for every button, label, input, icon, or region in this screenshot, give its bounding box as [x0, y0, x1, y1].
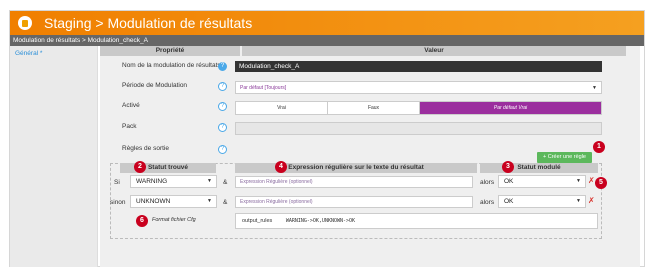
cfg-label: Format fichier Cfg: [152, 217, 196, 223]
rule-prefix: Si: [114, 179, 120, 186]
pack-input[interactable]: [235, 122, 602, 135]
cfg-value: WARNING->OK,UNKNOWN->OK: [285, 218, 356, 224]
window: Staging > Modulation de résultats Modula…: [9, 10, 645, 267]
annotation-badge-6: 6: [136, 215, 148, 227]
column-header-value: Valeur: [242, 46, 626, 56]
active-option-true[interactable]: Vrai: [236, 102, 328, 114]
chevron-down-icon: ▼: [576, 198, 581, 204]
ampersand: &: [223, 179, 228, 186]
tab-general[interactable]: Général *: [15, 50, 97, 57]
page-title: Staging > Modulation de résultats: [44, 15, 253, 31]
delete-rule-icon[interactable]: ✗: [588, 196, 595, 205]
ampersand: &: [223, 199, 228, 206]
annotation-badge-4: 4: [275, 161, 287, 173]
status-found-value: UNKNOWN: [136, 198, 171, 205]
period-select[interactable]: Par défaut [Toujours] ▼: [235, 81, 602, 94]
help-icon[interactable]: ?: [218, 102, 227, 111]
rules-header-regex: Expression régulière sur le texte du rés…: [235, 163, 477, 173]
sidebar: Général *: [10, 46, 98, 267]
help-icon[interactable]: ?: [218, 123, 227, 132]
regex-input[interactable]: Expression Régulière (optionnel): [235, 196, 473, 208]
then-label: alors: [480, 199, 495, 206]
rules-label: Règles de sortie: [122, 145, 169, 152]
chevron-down-icon: ▼: [207, 198, 212, 204]
name-input[interactable]: Modulation_check_A: [235, 61, 602, 72]
help-icon[interactable]: ?: [218, 82, 227, 91]
status-found-value: WARNING: [136, 178, 168, 185]
then-label: alors: [480, 179, 495, 186]
annotation-badge-5: 5: [595, 177, 607, 189]
status-modulated-select[interactable]: OK ▼: [498, 175, 586, 188]
name-label: Nom de la modulation de résultats *: [122, 62, 225, 69]
column-header-property: Propriété: [100, 46, 240, 56]
form-panel: Propriété Valeur Nom de la modulation de…: [100, 46, 640, 267]
status-modulated-select[interactable]: OK ▼: [498, 195, 586, 208]
help-icon[interactable]: ?: [218, 62, 227, 71]
chevron-down-icon: ▼: [576, 178, 581, 184]
active-toggle-group: Vrai Faux Par défaut Vrai: [235, 101, 602, 115]
period-label: Période de Modulation: [122, 82, 188, 89]
chevron-down-icon: ▼: [592, 85, 597, 91]
pack-label: Pack: [122, 123, 137, 130]
active-label: Activé: [122, 102, 140, 109]
trash-can-icon: [18, 16, 32, 30]
chevron-down-icon: ▼: [207, 178, 212, 184]
cfg-key: output_rules: [242, 218, 273, 224]
create-rule-button[interactable]: + Créer une règle: [537, 152, 592, 163]
annotation-badge-1: 1: [593, 141, 605, 153]
breadcrumb: Modulation de résultats > Modulation_che…: [10, 35, 644, 46]
status-found-select[interactable]: WARNING ▼: [130, 175, 217, 188]
rules-header-status-modulated: Statut modulé: [480, 163, 598, 173]
status-modulated-value: OK: [504, 178, 514, 185]
delete-rule-icon[interactable]: ✗: [588, 176, 595, 185]
help-icon[interactable]: ?: [218, 145, 227, 154]
annotation-badge-2: 2: [134, 161, 146, 173]
rule-prefix: sinon: [110, 199, 126, 206]
active-option-false[interactable]: Faux: [328, 102, 420, 114]
period-value: Par défaut [Toujours]: [240, 85, 287, 91]
active-option-default[interactable]: Par défaut Vrai: [420, 102, 601, 114]
status-modulated-value: OK: [504, 198, 514, 205]
annotation-badge-3: 3: [502, 161, 514, 173]
status-found-select[interactable]: UNKNOWN ▼: [130, 195, 217, 208]
title-bar: Staging > Modulation de résultats: [10, 11, 644, 35]
regex-input[interactable]: Expression Régulière (optionnel): [235, 176, 473, 188]
cfg-preview: output_rules WARNING->OK,UNKNOWN->OK: [235, 213, 598, 229]
